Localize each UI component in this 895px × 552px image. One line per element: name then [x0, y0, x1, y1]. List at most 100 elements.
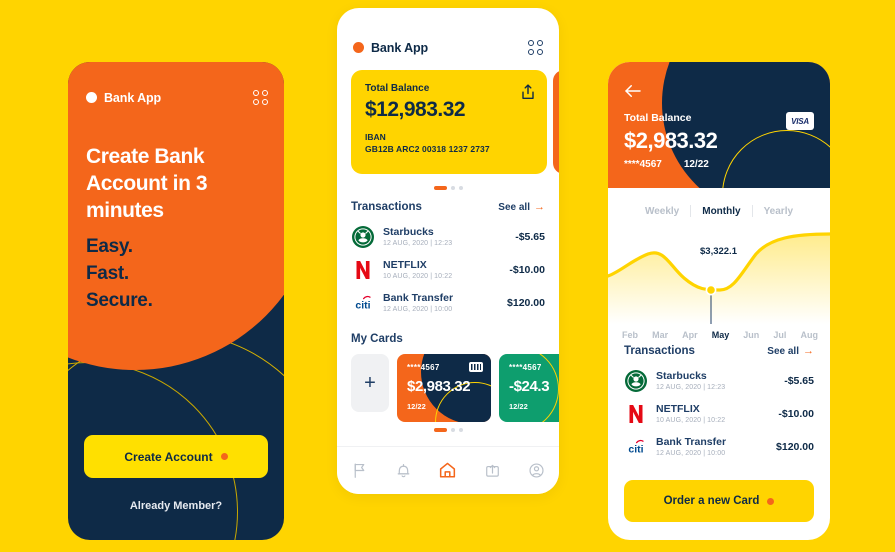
my-cards-section-header: My Cards: [351, 333, 403, 345]
card-amount: -$24.3: [509, 378, 550, 395]
grid-icon[interactable]: [253, 90, 268, 105]
brand-dot-icon: [86, 92, 97, 103]
grid-dot-icon: [537, 40, 543, 46]
transaction-info: Bank Transfer 12 AUG, 2020 | 10:00: [648, 436, 776, 457]
carousel-dot[interactable]: [433, 428, 447, 432]
grid-icon[interactable]: [528, 40, 543, 55]
transactions-section-header: Transactions See all →: [624, 345, 814, 357]
brand-name: Bank App: [371, 40, 429, 55]
transaction-row[interactable]: Starbucks 12 AUG, 2020 | 12:23 -$5.65: [624, 364, 814, 397]
tab-yearly[interactable]: Yearly: [753, 206, 804, 217]
chart-month-feb[interactable]: Feb: [622, 330, 638, 340]
merchant-name: Starbucks: [383, 226, 434, 238]
carousel-dot[interactable]: [458, 186, 463, 190]
see-all-transactions-link[interactable]: See all →: [767, 345, 814, 357]
netflix-logo: [356, 260, 370, 279]
netflix-logo: [629, 404, 643, 423]
carousel-dot[interactable]: [450, 428, 455, 432]
balance-chart[interactable]: $3,322.1: [608, 224, 830, 324]
transaction-date: 12 AUG, 2020 | 12:23: [656, 384, 726, 391]
merchant-name: Bank Transfer: [383, 292, 454, 304]
nav-notifications-button[interactable]: [393, 460, 415, 482]
already-member-link[interactable]: Already Member?: [68, 500, 284, 512]
profile-icon: [529, 463, 544, 478]
chart-month-jul[interactable]: Jul: [773, 330, 786, 340]
chart-month-axis: Feb Mar Apr May Jun Jul Aug: [622, 330, 818, 340]
transaction-amount: -$5.65: [784, 374, 814, 387]
transaction-row[interactable]: citi Bank Transfer 12 AUG, 2020 | 10:00 $12…: [351, 286, 545, 319]
see-all-label: See all: [498, 201, 530, 213]
tab-weekly[interactable]: Weekly: [634, 206, 690, 217]
card-item[interactable]: ****4567 -$24.3 12/22: [499, 354, 559, 422]
total-balance-card[interactable]: Total Balance $12,983.32 IBAN GB12B ARC2…: [351, 70, 547, 174]
transactions-list: Starbucks 12 AUG, 2020 | 12:23 -$5.65 NETFL…: [351, 220, 545, 319]
chart-month-may[interactable]: May: [712, 330, 730, 340]
chart-month-jun[interactable]: Jun: [743, 330, 759, 340]
balance-card-next-peek[interactable]: [553, 70, 559, 174]
add-card-label: +: [364, 371, 376, 394]
chart-month-aug[interactable]: Aug: [800, 330, 818, 340]
merchant-logo: [624, 402, 648, 426]
grid-dot-icon: [262, 99, 268, 105]
iban-value: GB12B ARC2 00318 1237 2737: [365, 144, 490, 154]
card-item[interactable]: ****4567 $2,983.32 12/22: [397, 354, 491, 422]
cta-dot-icon: [767, 497, 775, 505]
total-balance-label: Total Balance: [365, 83, 430, 94]
chart-svg: [608, 232, 830, 324]
card-balance-amount: $2,983.32: [624, 128, 718, 153]
carousel-dot[interactable]: [458, 428, 463, 432]
nav-export-button[interactable]: [481, 460, 503, 482]
bell-icon: [397, 463, 410, 478]
transactions-list: Starbucks 12 AUG, 2020 | 12:23 -$5.65 NETFL…: [624, 364, 814, 463]
iban-label: IBAN: [365, 132, 386, 142]
transaction-date: 10 AUG, 2020 | 10:22: [656, 417, 726, 424]
transaction-date: 10 AUG, 2020 | 10:22: [383, 273, 453, 280]
chart-selected-point: [705, 284, 717, 296]
screenshot-canvas: Bank App Create Bank Account in 3 minute…: [0, 0, 895, 552]
brand-logo: Bank App: [86, 91, 161, 105]
nav-flag-button[interactable]: [348, 460, 370, 482]
brand-name: Bank App: [104, 90, 162, 105]
phone-onboarding-screen: Bank App Create Bank Account in 3 minute…: [68, 62, 284, 540]
transaction-row[interactable]: NETFLIX 10 AUG, 2020 | 10:22 -$10.00: [624, 397, 814, 430]
citi-logo: citi: [355, 295, 371, 311]
merchant-logo: [351, 225, 375, 249]
see-all-label: See all: [767, 345, 799, 357]
card-number: ****4567: [509, 363, 542, 372]
merchant-name: Starbucks: [656, 370, 707, 382]
share-icon[interactable]: [521, 84, 535, 100]
transactions-title: Transactions: [351, 201, 422, 213]
chart-month-apr[interactable]: Apr: [682, 330, 698, 340]
brand-dot-icon: [353, 42, 364, 53]
svg-text:citi: citi: [355, 299, 370, 311]
grid-dot-icon: [262, 90, 268, 96]
nav-home-button[interactable]: [437, 460, 459, 482]
carousel-dot[interactable]: [433, 186, 447, 190]
transaction-row[interactable]: Starbucks 12 AUG, 2020 | 12:23 -$5.65: [351, 220, 545, 253]
create-account-button[interactable]: Create Account: [84, 435, 268, 478]
card-expiry: 12/22: [407, 402, 426, 411]
transaction-row[interactable]: NETFLIX 10 AUG, 2020 | 10:22 -$10.00: [351, 253, 545, 286]
nav-profile-button[interactable]: [526, 460, 548, 482]
card-number: ****4567: [624, 159, 662, 170]
transactions-section-header: Transactions See all →: [351, 201, 545, 213]
transaction-row[interactable]: citi Bank Transfer 12 AUG, 2020 | 10:00 $12…: [624, 430, 814, 463]
see-all-transactions-link[interactable]: See all →: [498, 201, 545, 213]
transaction-info: Starbucks 12 AUG, 2020 | 12:23: [375, 226, 515, 247]
card-amount: $2,983.32: [407, 378, 471, 395]
chart-month-mar[interactable]: Mar: [652, 330, 668, 340]
tab-monthly[interactable]: Monthly: [691, 206, 751, 217]
grid-dot-icon: [528, 40, 534, 46]
starbucks-logo: [352, 225, 374, 248]
cards-carousel-dots[interactable]: [337, 428, 559, 432]
cta-dot-icon: [220, 453, 228, 460]
transaction-info: NETFLIX 10 AUG, 2020 | 10:22: [375, 259, 509, 280]
balance-carousel-dots[interactable]: [337, 186, 559, 190]
transaction-date: 12 AUG, 2020 | 10:00: [383, 306, 453, 313]
benefit-line: Secure.: [86, 289, 153, 311]
order-new-card-button[interactable]: Order a new Card: [624, 480, 814, 522]
back-arrow-icon[interactable]: [624, 84, 642, 98]
add-card-button[interactable]: +: [351, 354, 389, 412]
arrow-right-icon: →: [534, 201, 545, 213]
carousel-dot[interactable]: [450, 186, 455, 190]
